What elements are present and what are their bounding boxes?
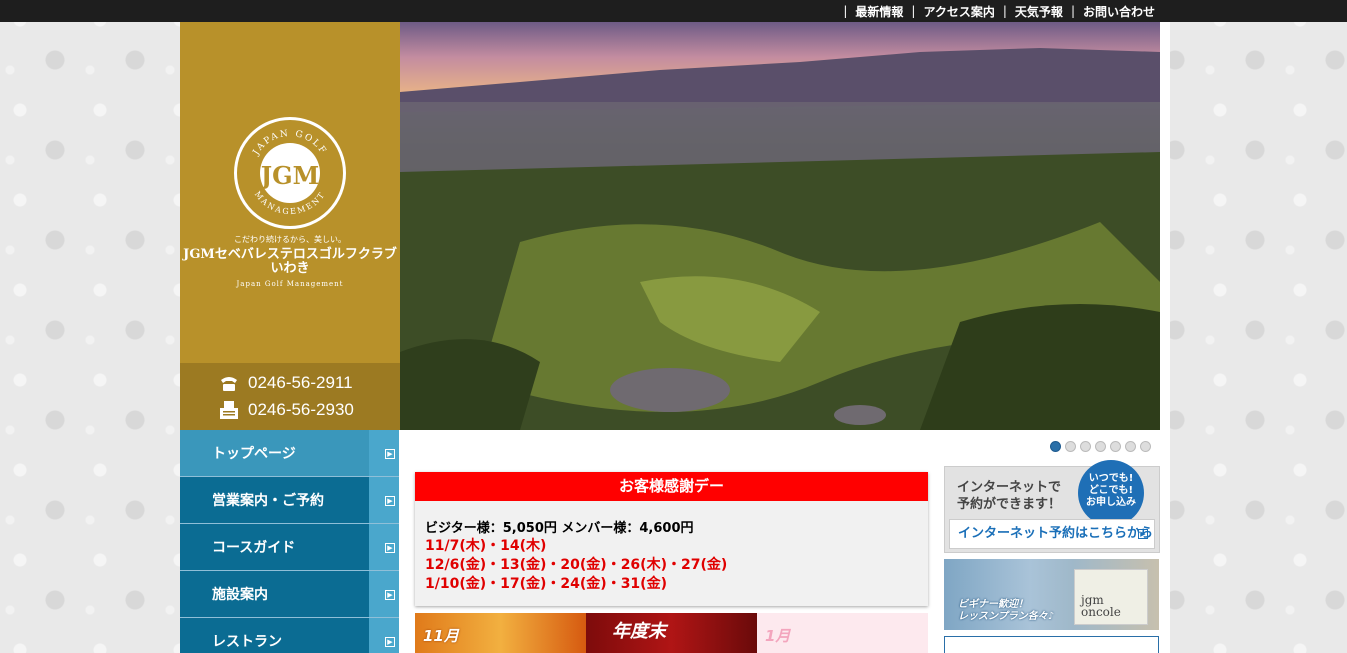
emblem-letters: JGM — [259, 161, 319, 190]
sidenav-item-restaurant[interactable]: レストラン ▶ — [180, 618, 399, 653]
lesson-text: ビギナー歓迎！ レッスンプラン各々♪ — [958, 599, 1054, 623]
chevron-right-icon: ▶ — [385, 637, 395, 647]
sidenav-item-course-guide[interactable]: コースガイド ▶ — [180, 524, 399, 571]
internet-text: インターネットで 予約ができます！ — [957, 479, 1061, 513]
slider-dot[interactable] — [1125, 441, 1136, 452]
sidenav-label: 施設案内 — [212, 587, 268, 603]
top-bar: | 最新情報 | アクセス案内 | 天気予報 | お問い合わせ — [0, 0, 1347, 22]
topnav-access[interactable]: アクセス案内 — [923, 3, 994, 20]
internet-text-line: インターネットで — [957, 480, 1062, 495]
slider-dot[interactable] — [1095, 441, 1106, 452]
fax-row: 0246-56-2930 — [218, 400, 354, 420]
chevron-right-icon: ▶ — [385, 590, 395, 600]
topnav-contact[interactable]: お問い合わせ — [1083, 3, 1155, 20]
sidenav-item-top[interactable]: トップページ ▶ — [180, 430, 399, 477]
right-column-next-banner[interactable] — [944, 636, 1159, 653]
banner-label: 年度末 — [612, 621, 666, 642]
topnav-news[interactable]: 最新情報 — [855, 3, 903, 20]
sidenav-label: レストラン — [212, 634, 282, 650]
nav-separator: | — [911, 4, 916, 18]
sidenav-item-facilities[interactable]: 施設案内 ▶ — [180, 571, 399, 618]
slider-dot[interactable] — [1080, 441, 1091, 452]
banner-label: 11月 — [423, 627, 459, 645]
nav-separator: | — [1002, 4, 1007, 18]
sidenav-arrow-column: ▶ — [369, 477, 399, 523]
sidenav-arrow-column: ▶ — [369, 430, 399, 476]
phone-icon — [221, 377, 237, 391]
chevron-right-icon: ▶ — [1138, 529, 1148, 539]
banner-fiscal-year-end[interactable]: 年度末 — [586, 613, 757, 653]
logo-panel[interactable]: JAPAN GOLF MANAGEMENT JGM こだわり続けるから、美しい。… — [180, 22, 400, 363]
banner-january[interactable]: 1月 — [757, 613, 928, 653]
sidenav-label: 営業案内・ご予約 — [212, 493, 324, 509]
internet-text-line: 予約ができます！ — [957, 497, 1062, 512]
topnav-weather[interactable]: 天気予報 — [1015, 3, 1063, 20]
phone-row: 0246-56-2911 — [218, 373, 353, 393]
slider-dot[interactable] — [1050, 441, 1061, 452]
jgm-oncole-logo: jgm oncole — [1074, 569, 1148, 625]
date-line: 12/6(金)・13(金)・20(金)・26(木)・27(金) — [425, 557, 728, 573]
sidenav-label: トップページ — [212, 446, 296, 462]
oncole-logo-line: oncole — [1081, 605, 1121, 619]
page-container: JAPAN GOLF MANAGEMENT JGM こだわり続けるから、美しい。… — [180, 22, 1170, 653]
nav-separator: | — [1070, 4, 1075, 18]
sidenav-label: コースガイド — [212, 540, 296, 556]
lesson-text-line: レッスンプラン各々♪ — [958, 611, 1055, 622]
customer-appreciation-box: お客様感謝デー ビジター様：5,050円 メンバー様：4,600円 11/7(木… — [415, 472, 928, 606]
nav-separator: | — [843, 4, 848, 18]
bubble-line: どこでも! — [1088, 485, 1134, 496]
internet-reservation-box: インターネットで 予約ができます！ いつでも! どこでも! お申し込み インター… — [944, 460, 1160, 553]
hero-image-aerial-golf-course[interactable] — [400, 22, 1160, 430]
club-name: JGMセベバレステロスゴルフクラブ いわき — [180, 248, 400, 276]
jgm-subtitle: Japan Golf Management — [236, 280, 344, 288]
bubble-line: いつでも! — [1088, 473, 1134, 484]
sidenav-arrow-column: ▶ — [369, 571, 399, 617]
bubble-line: お申し込み — [1086, 497, 1136, 508]
banner-november[interactable]: 11月 — [415, 613, 586, 653]
date-line: 1/10(金)・17(金)・24(金)・31(金) — [425, 576, 667, 592]
lesson-text-line: ビギナー歓迎！ — [958, 599, 1028, 610]
jgm-emblem-logo: JAPAN GOLF MANAGEMENT JGM — [234, 117, 346, 229]
sidenav-item-business[interactable]: 営業案内・ご予約 ▶ — [180, 477, 399, 524]
internet-reservation-link[interactable]: インターネット予約はこちらから ▶ — [949, 519, 1155, 549]
fax-number: 0246-56-2930 — [248, 400, 354, 419]
slider-dots — [1050, 441, 1151, 452]
appreciation-title: お客様感謝デー — [415, 472, 928, 501]
contact-panel: 0246-56-2911 0246-56-2930 — [180, 363, 400, 430]
chevron-right-icon: ▶ — [385, 449, 395, 459]
club-name-line1: JGMセベバレステロスゴルフクラブ — [183, 247, 397, 262]
slider-dot[interactable] — [1140, 441, 1151, 452]
date-line: 11/7(木)・14(木) — [425, 538, 547, 554]
tagline: こだわり続けるから、美しい。 — [234, 235, 346, 244]
side-nav: トップページ ▶ 営業案内・ご予約 ▶ コースガイド ▶ 施設案内 ▶ レストラ… — [180, 430, 399, 653]
club-name-line2: いわき — [270, 261, 310, 276]
slider-dot[interactable] — [1065, 441, 1076, 452]
fax-icon — [220, 401, 238, 419]
sidenav-arrow-column: ▶ — [369, 618, 399, 653]
chevron-right-icon: ▶ — [385, 543, 395, 553]
banner-label: 1月 — [765, 627, 791, 645]
internet-link-label: インターネット予約はこちらから — [958, 526, 1154, 541]
slider-dot[interactable] — [1110, 441, 1121, 452]
campaign-banners: 11月 年度末 1月 — [415, 613, 928, 653]
anytime-bubble: いつでも! どこでも! お申し込み — [1078, 460, 1144, 526]
chevron-right-icon: ▶ — [385, 496, 395, 506]
lesson-plan-banner[interactable]: ビギナー歓迎！ レッスンプラン各々♪ jgm oncole — [944, 559, 1159, 630]
hero-photo — [400, 22, 1160, 430]
phone-number[interactable]: 0246-56-2911 — [248, 373, 353, 393]
price-info: ビジター様：5,050円 メンバー様：4,600円 — [425, 521, 694, 536]
top-nav: | 最新情報 | アクセス案内 | 天気予報 | お問い合わせ — [835, 0, 1155, 22]
sidenav-arrow-column: ▶ — [369, 524, 399, 570]
